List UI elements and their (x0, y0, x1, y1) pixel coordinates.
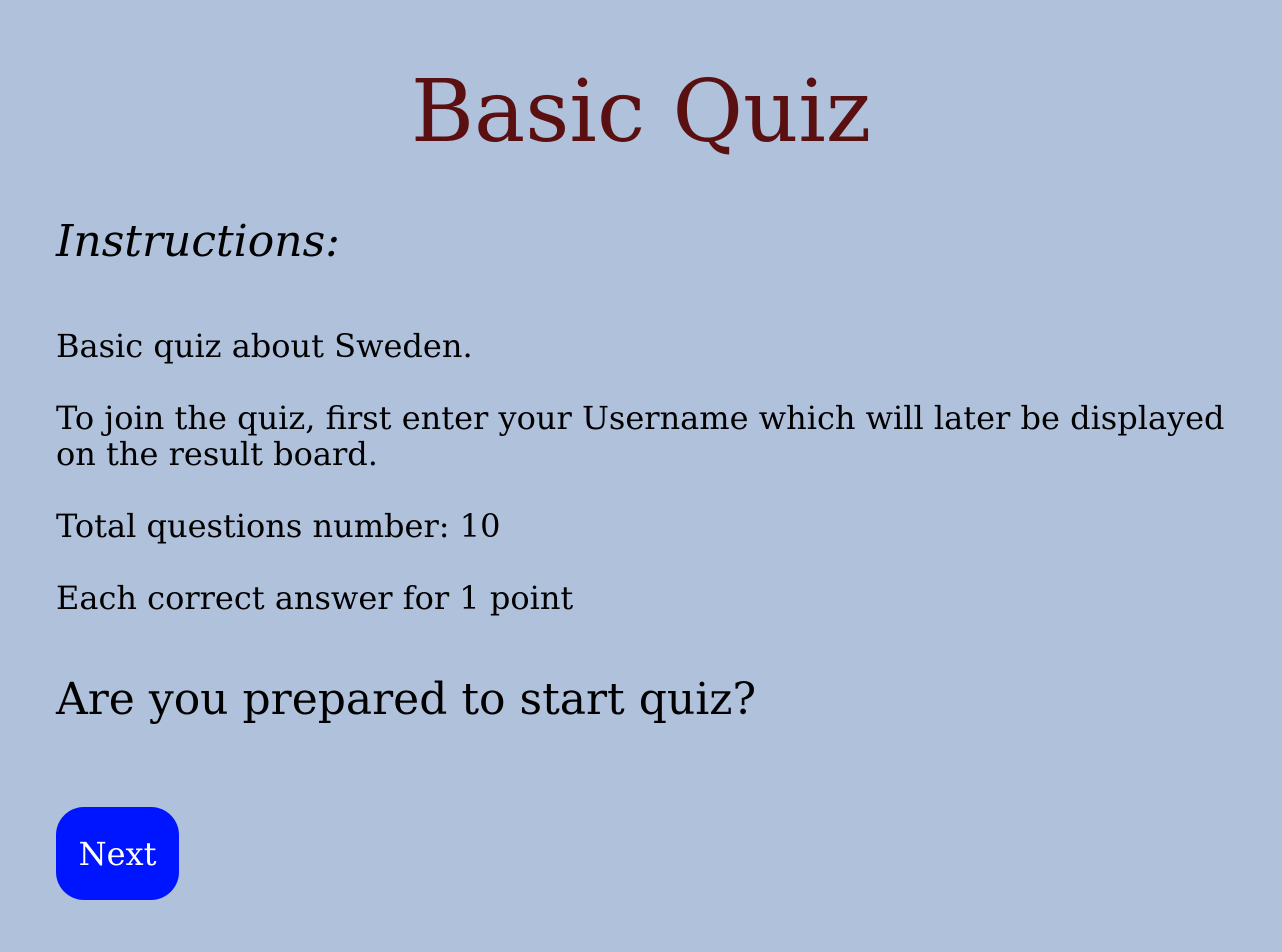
page-title: Basic Quiz (410, 62, 872, 162)
instruction-text-total-questions: Total questions number: 10 (56, 507, 501, 545)
instruction-text-username: To join the quiz, first enter your Usern… (56, 399, 1225, 473)
instruction-text-intro: Basic quiz about Sweden. (56, 327, 473, 365)
instructions-heading: Instructions: (56, 216, 340, 267)
quiz-page: Basic Quiz Instructions: Basic quiz abou… (0, 0, 1282, 952)
instruction-text-scoring: Each correct answer for 1 point (56, 579, 574, 617)
start-prompt: Are you prepared to start quiz? (56, 674, 757, 725)
next-button[interactable]: Next (56, 807, 179, 900)
